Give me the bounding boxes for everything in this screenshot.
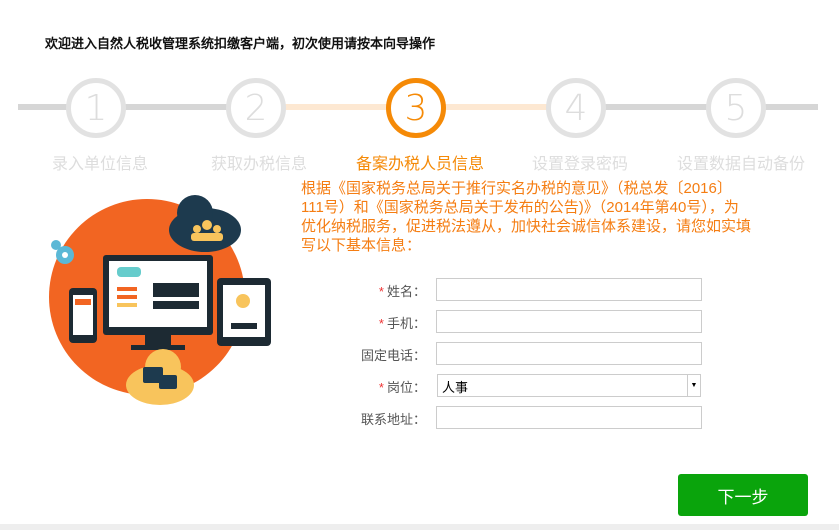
step-3-circle: 3 xyxy=(386,78,446,138)
name-label: * 姓名： xyxy=(379,281,426,300)
landline-label: 固定电话： xyxy=(360,348,426,363)
phone-label-text: 手机： xyxy=(386,316,426,331)
progress-track xyxy=(18,104,258,110)
step-2-circle: 2 xyxy=(226,78,286,138)
intro-text: 根据《国家税务总局关于推行实名办税的意见》（税总发〔2016〕111号）和《国家… xyxy=(301,180,752,254)
step-4-label: 设置登录密码 xyxy=(531,156,628,173)
step-3-label: 备案办税人员信息 xyxy=(355,156,484,173)
step-5-circle: 5 xyxy=(706,78,766,138)
step-1-circle: 1 xyxy=(66,78,126,138)
step-4-circle: 4 xyxy=(546,78,606,138)
required-mark: * xyxy=(378,316,384,331)
phone-input[interactable] xyxy=(436,310,702,333)
landline-input[interactable] xyxy=(436,342,702,365)
next-button[interactable]: 下一步 xyxy=(678,474,808,516)
bottom-divider xyxy=(0,524,839,530)
phone-icon xyxy=(69,288,97,343)
address-row: 联系地址： xyxy=(340,406,710,430)
tablet-icon xyxy=(217,278,271,346)
chevron-down-icon[interactable]: ▼ xyxy=(687,375,700,396)
position-select[interactable]: 人事 ▼ xyxy=(437,374,701,397)
progress-track xyxy=(578,104,818,110)
step-2-label: 获取办税信息 xyxy=(210,156,307,173)
phone-label: * 手机： xyxy=(379,313,426,332)
address-label: 联系地址： xyxy=(360,412,426,427)
required-mark: * xyxy=(378,380,384,395)
name-row: * 姓名： xyxy=(340,278,710,302)
position-row: * 岗位： 人事 ▼ xyxy=(340,374,710,398)
position-label-text: 岗位： xyxy=(386,380,426,395)
landline-row: 固定电话： xyxy=(340,342,710,366)
page-title: 欢迎进入自然人税收管理系统扣缴客户端，初次使用请按本向导操作 xyxy=(45,36,436,51)
position-label: * 岗位： xyxy=(379,377,426,396)
required-mark: * xyxy=(378,284,384,299)
name-input[interactable] xyxy=(436,278,702,301)
phone-row: * 手机： xyxy=(340,310,710,334)
step-5-label: 设置数据自动备份 xyxy=(676,156,805,173)
position-selected-value: 人事 xyxy=(442,380,469,395)
cloud-people-icon xyxy=(169,195,241,252)
devices-illustration xyxy=(49,195,271,405)
address-input[interactable] xyxy=(436,406,702,429)
name-label-text: 姓名： xyxy=(386,284,426,299)
step-1-label: 录入单位信息 xyxy=(51,156,148,173)
